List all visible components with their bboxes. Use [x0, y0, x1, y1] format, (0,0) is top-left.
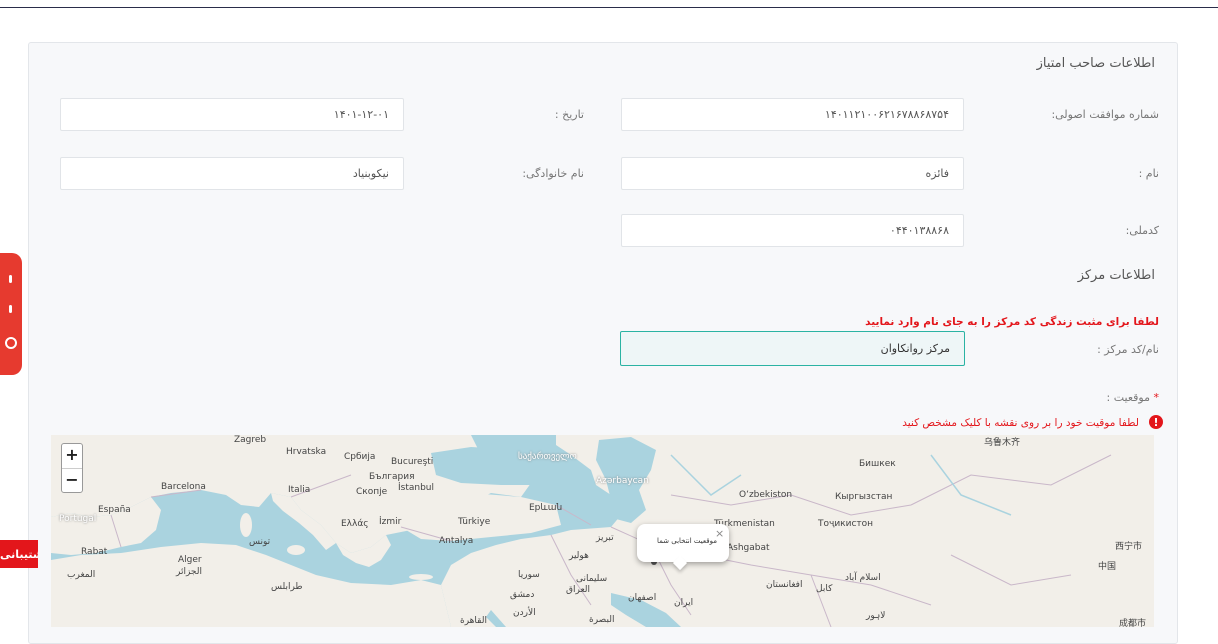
support-button[interactable]: پشتیبانی: [0, 540, 38, 568]
tab-mark: [9, 305, 12, 313]
family-name-label: نام خانوادگی:: [522, 167, 584, 180]
map-label: اصفهان: [628, 593, 657, 603]
map-label: سوريا: [518, 570, 540, 580]
national-code-label: کدملی:: [1125, 224, 1159, 237]
zoom-in-button[interactable]: +: [62, 444, 82, 469]
center-section-title: اطلاعات مرکز: [1077, 268, 1155, 283]
chat-icon: [5, 337, 17, 349]
approval-number-field[interactable]: ۱۴۰۱۱۲۱۰۰۶۲۱۶۷۸۸۶۸۷۵۴: [621, 98, 964, 131]
map-label: Oʻzbekiston: [739, 490, 793, 500]
location-label: * موقعیت :: [1107, 391, 1159, 404]
map-tiles: [51, 435, 1154, 627]
required-star: *: [1153, 391, 1160, 404]
map-instruction: لطفا موقیت خود را بر روی نقشه با کلیک مش…: [902, 417, 1139, 429]
tab-mark: [9, 275, 12, 283]
map-label: دمشق: [510, 590, 535, 600]
top-divider: [0, 7, 1218, 8]
map-label: Србија: [344, 452, 376, 462]
owner-section-title: اطلاعات صاحب امتیاز: [1036, 56, 1155, 71]
center-name-field[interactable]: مرکز روانکاوان: [620, 331, 965, 366]
map-label: الجزائر: [176, 567, 202, 577]
map-label: 乌鲁木齐: [984, 438, 1021, 448]
map-label: تونس: [249, 537, 271, 547]
map-label: Ελλάς: [341, 519, 369, 529]
map-label: Zagreb: [234, 435, 267, 445]
map-label: البصرة: [589, 615, 615, 625]
map-label: Portugal: [59, 514, 97, 524]
map-label: Barcelona: [161, 482, 206, 492]
map-label: Скопје: [356, 487, 388, 497]
map-label: Antalya: [439, 536, 474, 546]
map-label: العراق: [566, 585, 591, 595]
map-label: Ерևան: [529, 503, 563, 513]
map-label: Azərbaycan: [596, 476, 649, 486]
date-label: تاریخ :: [554, 108, 584, 121]
location-label-text: موقعیت :: [1106, 391, 1150, 404]
map-label: Бишкек: [859, 459, 896, 469]
map-label: Кыргызстан: [835, 492, 893, 502]
approval-number-label: شماره موافقت اصولی:: [1051, 108, 1159, 121]
map-label: تبریز: [596, 533, 614, 543]
side-floating-tab[interactable]: [0, 253, 22, 375]
map-label: 中国: [1098, 562, 1117, 572]
map-label: سلیمانی: [576, 574, 608, 584]
map-label: القاهرة: [460, 616, 487, 626]
first-name-label: نام :: [1138, 167, 1159, 180]
map-label: افغانستان: [766, 580, 803, 590]
date-field[interactable]: ۱۴۰۱-۱۲-۰۱: [60, 98, 404, 131]
map-label: Ashgabat: [727, 543, 770, 553]
map-label: България: [369, 472, 415, 482]
info-icon: !: [1149, 415, 1163, 429]
map-label: İstanbul: [398, 483, 435, 493]
location-popup: × موقعیت انتخابی شما: [637, 524, 729, 571]
map-label: საქართველო: [518, 452, 577, 462]
popup-text: موقعیت انتخابی شما: [656, 537, 717, 545]
family-name-field[interactable]: نیکوبنیاد: [60, 157, 404, 190]
map-label: ایران: [674, 598, 694, 608]
map-label: 成都市: [1119, 619, 1147, 627]
zoom-out-button[interactable]: −: [62, 469, 82, 493]
map-label: کابل: [816, 584, 833, 594]
center-name-label: نام/کد مرکز :: [1097, 343, 1159, 356]
map-label: Alger: [178, 555, 202, 565]
location-map[interactable]: Zagreb Hrvatska Србија Bucureşti Българи…: [51, 435, 1154, 627]
map-label: España: [98, 505, 131, 515]
map-zoom-control: + −: [61, 443, 83, 493]
center-code-warning: لطفا برای مثبت زندگی کد مرکز را به جای ن…: [865, 316, 1159, 328]
map-label: İzmir: [379, 517, 402, 527]
map-label: Bucureşti: [391, 457, 434, 467]
map-label: Türkiye: [458, 517, 491, 527]
map-label: المغرب: [67, 570, 96, 580]
map-label: الأردن: [513, 608, 536, 618]
map-label: Italia: [288, 485, 311, 495]
map-label: Rabat: [81, 547, 108, 557]
map-label: لاہور: [866, 611, 886, 621]
national-code-field[interactable]: ۰۴۴۰۱۳۸۸۶۸: [621, 214, 964, 247]
map-label: 西宁市: [1115, 542, 1143, 552]
map-label: اسلام آباد: [845, 573, 881, 583]
first-name-field[interactable]: فائزه: [621, 157, 964, 190]
map-label: Hrvatska: [286, 447, 327, 457]
map-label: هولیر: [569, 551, 589, 561]
map-label: طرابلس: [271, 582, 303, 592]
map-label: Тоҷикистон: [818, 519, 874, 529]
